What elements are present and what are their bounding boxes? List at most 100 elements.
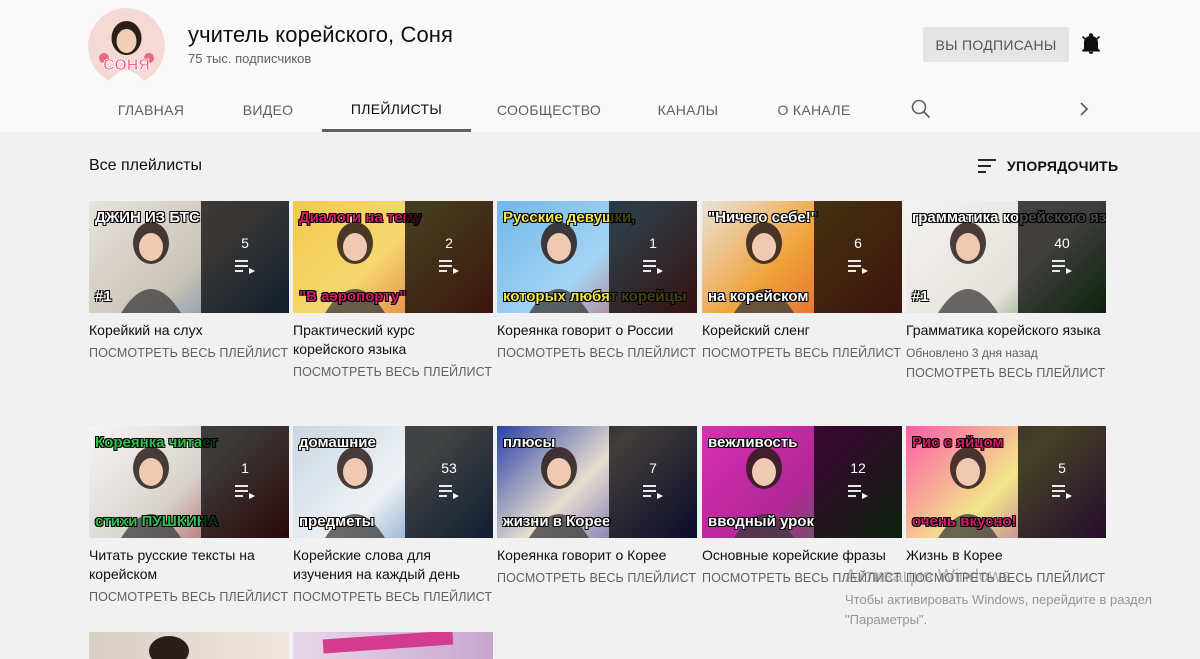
view-full-playlist-link[interactable]: ПОСМОТРЕТЬ ВЕСЬ ПЛЕЙЛИСТ (497, 571, 697, 585)
playlist-card[interactable]: Рис с яйцом очень вкусно! 5 Жизнь в Корее ПО… (906, 426, 1106, 585)
playlist-thumbnail[interactable]: ДЖИН ИЗ БТС #1 5 (89, 201, 289, 313)
playlist-count-overlay: 40 (1018, 201, 1106, 313)
playlist-card[interactable]: Кореянка читает стихи ПУШКИНА 1 Читать русс… (89, 426, 289, 604)
playlist-card[interactable]: вежливость вводный урок 12 Основные корейск… (702, 426, 902, 585)
search-icon[interactable] (910, 98, 932, 120)
playlist-thumbnail[interactable]: Русские девушки, которых любят корейцы 1 (497, 201, 697, 313)
chevron-right-icon[interactable] (1074, 99, 1094, 119)
channel-name: учитель корейского, Соня (188, 22, 454, 47)
playlist-icon (438, 484, 460, 505)
video-count: 1 (649, 234, 657, 251)
playlist-title[interactable]: Основные корейские фразы (702, 546, 898, 565)
playlist-icon (642, 484, 664, 505)
video-count: 1 (241, 459, 249, 476)
video-count: 12 (850, 459, 866, 476)
sort-label: УПОРЯДОЧИТЬ (1007, 158, 1119, 174)
playlist-thumbnail[interactable]: домашние предметы 53 (293, 426, 493, 538)
thumbnail-caption: плюсы (503, 434, 556, 451)
tab-videos[interactable]: ВИДЕО (223, 88, 313, 132)
playlist-card[interactable]: домашние предметы 53 Корейские слова для из… (293, 426, 493, 604)
playlist-count-overlay: 7 (609, 426, 697, 538)
playlist-thumbnail[interactable]: грамматика корейского языка#140 (906, 201, 1106, 313)
view-full-playlist-link[interactable]: ПОСМОТРЕТЬ ВЕСЬ ПЛЕЙЛИСТ (497, 346, 697, 360)
sort-button[interactable]: УПОРЯДОЧИТЬ (977, 155, 1118, 177)
video-count: 6 (854, 234, 862, 251)
windows-activation-text: Чтобы активировать Windows, перейдите в … (845, 592, 1152, 627)
thumbnail-caption: #1 (95, 288, 112, 305)
playlist-icon (234, 259, 256, 280)
tab-channels[interactable]: КАНАЛЫ (636, 88, 740, 132)
playlist-icon (1051, 259, 1073, 280)
playlist-card[interactable]: ДЖИН ИЗ БТС #1 5 Корейкий на слух ПОСМОТРЕТЬ… (89, 201, 289, 360)
channel-avatar[interactable]: СОНЯ (88, 8, 165, 85)
video-count: 40 (1054, 234, 1070, 251)
playlist-icon (642, 259, 664, 280)
playlist-thumbnail[interactable]: Рис с яйцом очень вкусно! 5 (906, 426, 1106, 538)
bell-icon[interactable] (1079, 32, 1103, 56)
video-count: 2 (445, 234, 453, 251)
playlist-thumbnail[interactable]: вежливость вводный урок 12 (702, 426, 902, 538)
view-full-playlist-link[interactable]: ПОСМОТРЕТЬ ВЕСЬ ПЛЕЙЛИСТ (293, 365, 493, 379)
playlist-count-overlay: 53 (405, 426, 493, 538)
playlist-title[interactable]: Корейкий на слух (89, 321, 285, 340)
playlist-card[interactable]: "Ничего себе!" на корейском 6 Корейский сле… (702, 201, 902, 360)
playlist-count-overlay: 12 (814, 426, 902, 538)
subscriber-count: 75 тыс. подписчиков (188, 51, 312, 66)
thumbnail-caption: "Ничего себе!" (708, 209, 818, 226)
view-full-playlist-link[interactable]: ПОСМОТРЕТЬ ВЕСЬ ПЛЕЙЛИСТ (293, 590, 493, 604)
playlist-thumbnail[interactable]: плюсы жизни в Корее 7 (497, 426, 697, 538)
playlist-icon (438, 259, 460, 280)
thumbnail-caption: Кореянка читает (95, 434, 218, 451)
playlist-title[interactable]: Практический курс корейского языка (293, 321, 489, 359)
thumbnail-caption: вежливость (708, 434, 798, 451)
playlist-title[interactable]: Корейские слова для изучения на каждый д… (293, 546, 489, 584)
svg-text:СОНЯ: СОНЯ (103, 57, 150, 74)
playlist-thumbnail[interactable] (293, 632, 493, 659)
playlist-title[interactable]: Жизнь в Корее (906, 546, 1102, 565)
windows-activation-title: Активация Windows (845, 566, 1011, 586)
subscribed-button[interactable]: ВЫ ПОДПИСАНЫ (923, 27, 1069, 62)
playlist-icon (847, 484, 869, 505)
playlist-count-overlay: 5 (201, 201, 289, 313)
playlist-title[interactable]: Читать русские тексты на корейском (89, 546, 285, 584)
view-full-playlist-link[interactable]: ПОСМОТРЕТЬ ВЕСЬ ПЛЕЙЛИСТ (906, 366, 1106, 380)
thumbnail-caption: предметы (299, 513, 375, 530)
tab-about[interactable]: О КАНАЛЕ (760, 88, 868, 132)
playlist-title[interactable]: Кореянка говорит о России (497, 321, 693, 340)
video-count: 5 (241, 234, 249, 251)
tab-community[interactable]: СООБЩЕСТВО (481, 88, 617, 132)
thumbnail-caption: жизни в Корее (503, 513, 611, 530)
playlist-icon (1051, 484, 1073, 505)
view-full-playlist-link[interactable]: ПОСМОТРЕТЬ ВЕСЬ ПЛЕЙЛИСТ (89, 346, 289, 360)
view-full-playlist-link[interactable]: ПОСМОТРЕТЬ ВЕСЬ ПЛЕЙЛИСТ (89, 590, 289, 604)
playlist-thumbnail[interactable]: Кореянка читает стихи ПУШКИНА 1 (89, 426, 289, 538)
playlist-card[interactable]: грамматика корейского языка#140Грамматик… (906, 201, 1106, 380)
thumbnail-caption: ДЖИН ИЗ БТС (95, 209, 200, 226)
playlist-title[interactable]: Грамматика корейского языка (906, 321, 1102, 340)
playlist-card[interactable]: Диалоги на тему "В аэропорту" 2 Практически… (293, 201, 493, 379)
sort-icon (978, 159, 996, 173)
playlist-count-overlay: 2 (405, 201, 493, 313)
view-full-playlist-link[interactable]: ПОСМОТРЕТЬ ВЕСЬ ПЛЕЙЛИСТ (702, 346, 902, 360)
playlist-thumbnail[interactable] (89, 632, 289, 659)
thumbnail-caption: #1 (912, 288, 929, 305)
video-count: 53 (441, 459, 457, 476)
playlist-title[interactable]: Корейский сленг (702, 321, 898, 340)
playlist-thumbnail[interactable]: "Ничего себе!" на корейском 6 (702, 201, 902, 313)
playlist-icon (234, 484, 256, 505)
playlist-updated: Обновлено 3 дня назад (906, 346, 1038, 360)
playlist-title[interactable]: Кореянка говорит о Корее (497, 546, 693, 565)
tab-playlists[interactable]: ПЛЕЙЛИСТЫ (322, 88, 471, 132)
playlist-card[interactable]: плюсы жизни в Корее 7 Кореянка говорит о Ко… (497, 426, 697, 585)
thumbnail-caption: на корейском (708, 288, 809, 305)
section-title: Все плейлисты (89, 157, 202, 174)
tab-home[interactable]: ГЛАВНАЯ (88, 88, 214, 132)
playlist-icon (847, 259, 869, 280)
video-count: 7 (649, 459, 657, 476)
playlist-thumbnail[interactable]: Диалоги на тему "В аэропорту" 2 (293, 201, 493, 313)
playlist-card[interactable]: Русские девушки, которых любят корейцы 1 Ко… (497, 201, 697, 360)
playlist-count-overlay: 1 (609, 201, 697, 313)
playlist-count-overlay: 1 (201, 426, 289, 538)
thumbnail-caption: Рис с яйцом (912, 434, 1004, 451)
thumbnail-caption: Диалоги на тему (299, 209, 422, 226)
